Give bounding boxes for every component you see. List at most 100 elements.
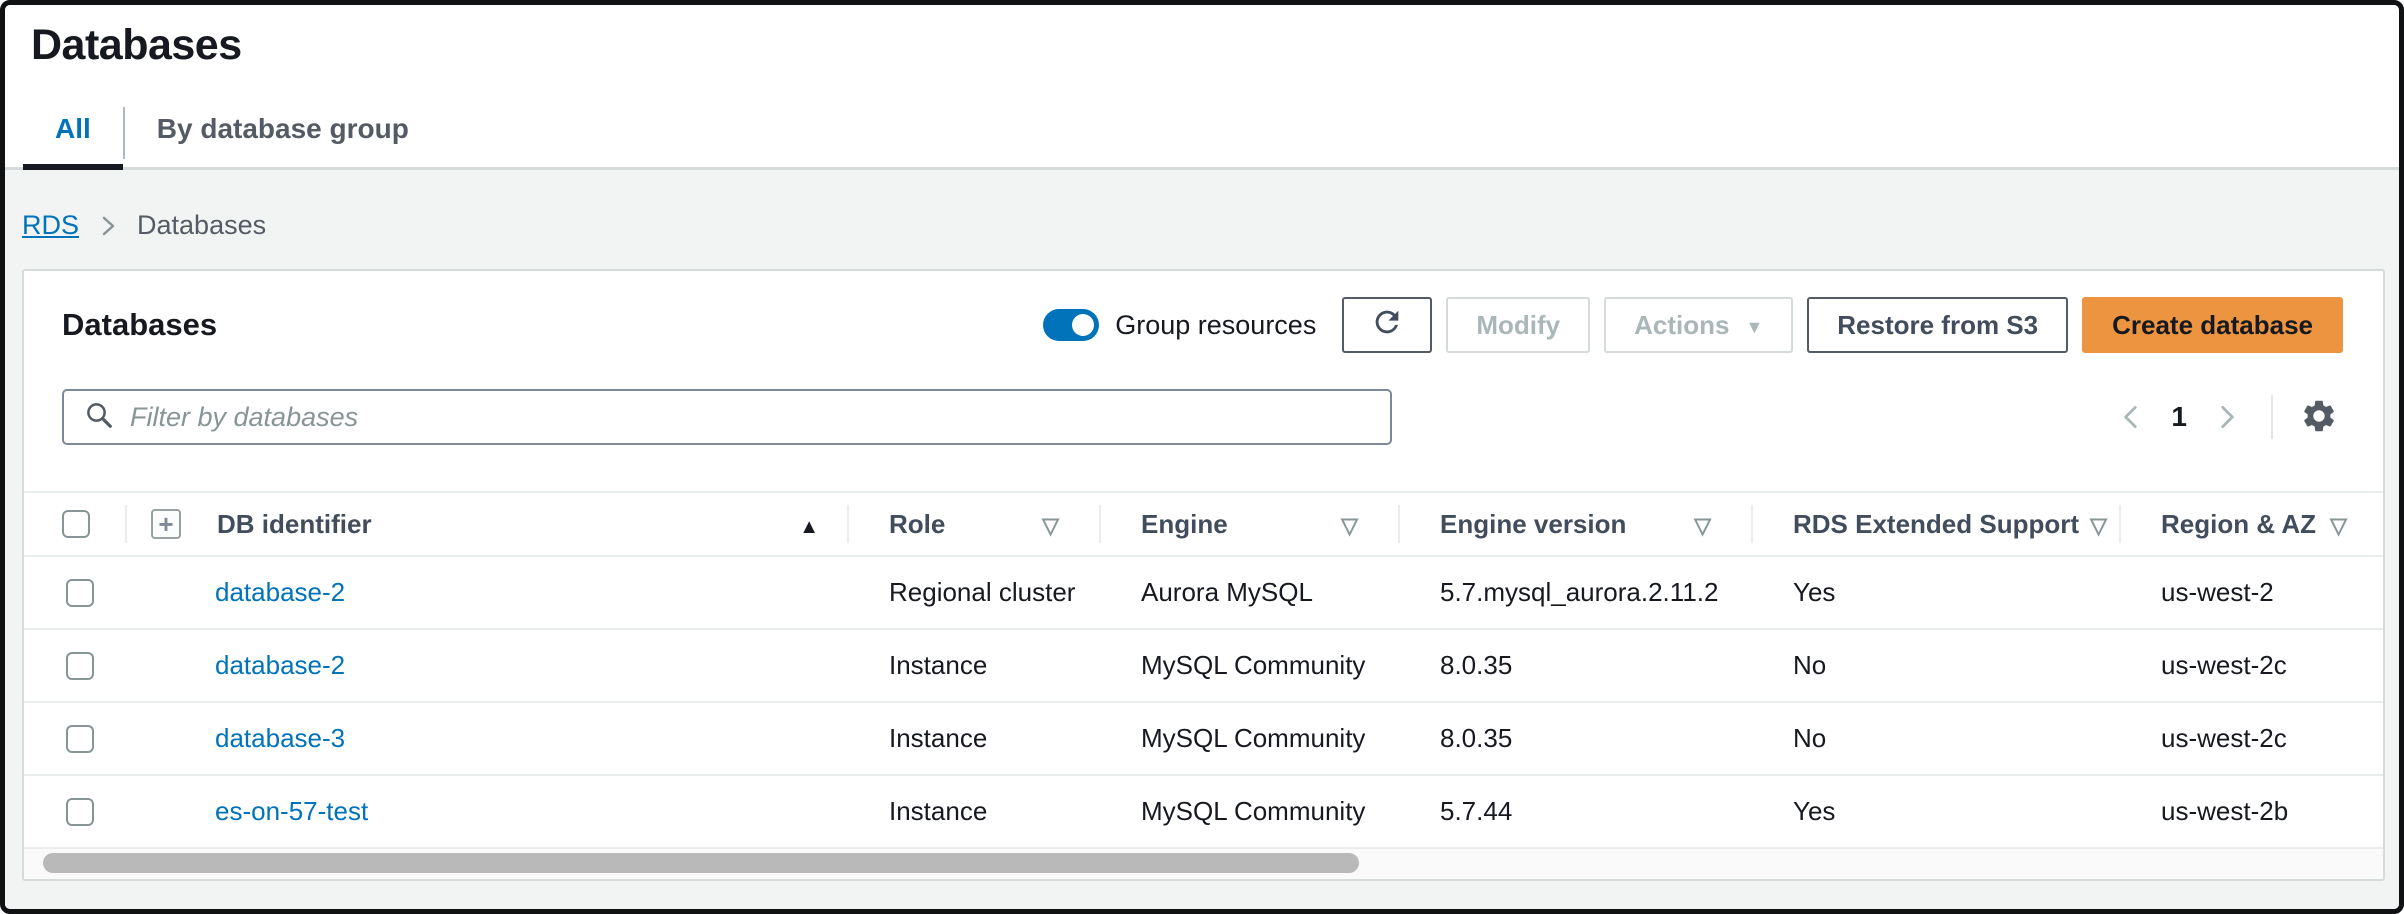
column-header-db-identifier[interactable]: DB identifier	[125, 493, 847, 555]
column-label: RDS Extended Support	[1793, 509, 2079, 540]
db-identifier-link[interactable]: database-2	[215, 650, 345, 680]
modify-button[interactable]: Modify	[1446, 297, 1590, 353]
search-box[interactable]	[62, 389, 1392, 445]
role-cell: Regional cluster	[847, 577, 1099, 608]
restore-from-s3-button[interactable]: Restore from S3	[1807, 297, 2068, 353]
rds-extended-support-cell: Yes	[1751, 577, 2119, 608]
region-az-cell: us-west-2c	[2119, 650, 2383, 681]
column-header-engine-version[interactable]: Engine version	[1398, 493, 1751, 555]
chevron-right-icon	[97, 212, 119, 240]
breadcrumb-current: Databases	[137, 210, 266, 241]
engine-cell: MySQL Community	[1099, 650, 1398, 681]
group-resources-label: Group resources	[1115, 310, 1316, 341]
row-checkbox[interactable]	[66, 725, 94, 753]
caret-down-icon	[1729, 310, 1763, 341]
rds-extended-support-cell: No	[1751, 723, 2119, 754]
tab-by-database-group-label: By database group	[157, 113, 409, 145]
toolbar: Group resources Modify Actions Restore f…	[1043, 297, 2343, 353]
refresh-button[interactable]	[1342, 297, 1432, 353]
breadcrumb: RDS Databases	[22, 210, 2385, 241]
tab-all-label: All	[55, 113, 91, 145]
rds-extended-support-cell: No	[1751, 650, 2119, 681]
tab-by-database-group[interactable]: By database group	[125, 99, 441, 167]
role-cell: Instance	[847, 796, 1099, 827]
filter-row: 1	[24, 353, 2383, 445]
table-row: database-2 Instance MySQL Community 8.0.…	[24, 630, 2383, 703]
page-title: Databases	[31, 19, 2399, 71]
engine-cell: MySQL Community	[1099, 796, 1398, 827]
column-header-role[interactable]: Role	[847, 493, 1099, 555]
engine-cell: Aurora MySQL	[1099, 577, 1398, 608]
column-label: Engine	[1141, 509, 1228, 540]
pagination-divider	[2271, 395, 2273, 439]
sort-ascending-icon	[799, 509, 819, 540]
current-page-number[interactable]: 1	[2153, 401, 2205, 433]
table-row: database-2 Regional cluster Aurora MySQL…	[24, 557, 2383, 630]
row-select-cell	[24, 725, 125, 753]
filter-databases-input[interactable]	[128, 401, 1370, 434]
app-window: Databases All By database group RDS Data…	[0, 0, 2404, 914]
sort-filter-icon	[1341, 509, 1358, 540]
column-label: Role	[889, 509, 945, 540]
db-identifier-link[interactable]: database-3	[215, 723, 345, 753]
db-identifier-cell: database-2	[125, 650, 847, 681]
row-select-cell	[24, 579, 125, 607]
column-header-region-az[interactable]: Region & AZ	[2119, 493, 2383, 555]
db-identifier-cell: database-2	[125, 577, 847, 608]
engine-version-cell: 5.7.mysql_aurora.2.11.2	[1398, 577, 1751, 608]
table-header-row: DB identifier Role Engine Engine version	[24, 491, 2383, 557]
sort-filter-icon	[1042, 509, 1059, 540]
create-database-button[interactable]: Create database	[2082, 297, 2343, 353]
region-az-cell: us-west-2c	[2119, 723, 2383, 754]
horizontal-scrollbar-track	[24, 847, 2383, 879]
sort-filter-icon	[2330, 509, 2347, 540]
group-resources-toggle-group: Group resources	[1043, 309, 1316, 341]
content-area: RDS Databases Databases Group resources	[5, 170, 2399, 909]
db-identifier-cell: database-3	[125, 723, 847, 754]
search-icon	[84, 400, 114, 435]
column-header-engine[interactable]: Engine	[1099, 493, 1398, 555]
panel-title: Databases	[62, 307, 217, 343]
breadcrumb-rds-link[interactable]: RDS	[22, 210, 79, 241]
column-label: Region & AZ	[2161, 509, 2316, 540]
databases-table: DB identifier Role Engine Engine version	[24, 491, 2383, 849]
group-resources-toggle[interactable]	[1043, 309, 1099, 341]
actions-button[interactable]: Actions	[1604, 297, 1793, 353]
db-identifier-link[interactable]: database-2	[215, 577, 345, 607]
page-header: Databases All By database group	[5, 5, 2399, 170]
select-all-header-cell	[24, 493, 125, 555]
region-az-cell: us-west-2b	[2119, 796, 2383, 827]
engine-version-cell: 8.0.35	[1398, 650, 1751, 681]
engine-cell: MySQL Community	[1099, 723, 1398, 754]
table-body: database-2 Regional cluster Aurora MySQL…	[24, 557, 2383, 849]
rds-extended-support-cell: Yes	[1751, 796, 2119, 827]
row-checkbox[interactable]	[66, 579, 94, 607]
panel-header: Databases Group resources Modify Actions	[24, 271, 2383, 353]
previous-page-button[interactable]	[2109, 395, 2153, 439]
select-all-checkbox[interactable]	[62, 510, 90, 538]
gear-icon	[2300, 397, 2338, 438]
role-cell: Instance	[847, 650, 1099, 681]
row-checkbox[interactable]	[66, 798, 94, 826]
row-select-cell	[24, 652, 125, 680]
horizontal-scrollbar-thumb[interactable]	[43, 853, 1359, 873]
sort-filter-icon	[2090, 509, 2107, 540]
pagination: 1	[2109, 393, 2343, 441]
settings-button[interactable]	[2295, 393, 2343, 441]
engine-version-cell: 5.7.44	[1398, 796, 1751, 827]
db-identifier-link[interactable]: es-on-57-test	[215, 796, 368, 826]
row-checkbox[interactable]	[66, 652, 94, 680]
column-header-rds-extended-support[interactable]: RDS Extended Support	[1751, 493, 2119, 555]
column-label: DB identifier	[217, 509, 372, 540]
table-row: es-on-57-test Instance MySQL Community 5…	[24, 776, 2383, 849]
sort-filter-icon	[1694, 509, 1711, 540]
databases-panel: Databases Group resources Modify Actions	[22, 269, 2385, 881]
refresh-icon	[1370, 305, 1404, 346]
role-cell: Instance	[847, 723, 1099, 754]
column-label: Engine version	[1440, 509, 1626, 540]
db-identifier-cell: es-on-57-test	[125, 796, 847, 827]
actions-button-label: Actions	[1634, 310, 1729, 341]
next-page-button[interactable]	[2205, 395, 2249, 439]
expand-all-icon[interactable]	[151, 509, 181, 539]
tab-all[interactable]: All	[23, 99, 123, 167]
